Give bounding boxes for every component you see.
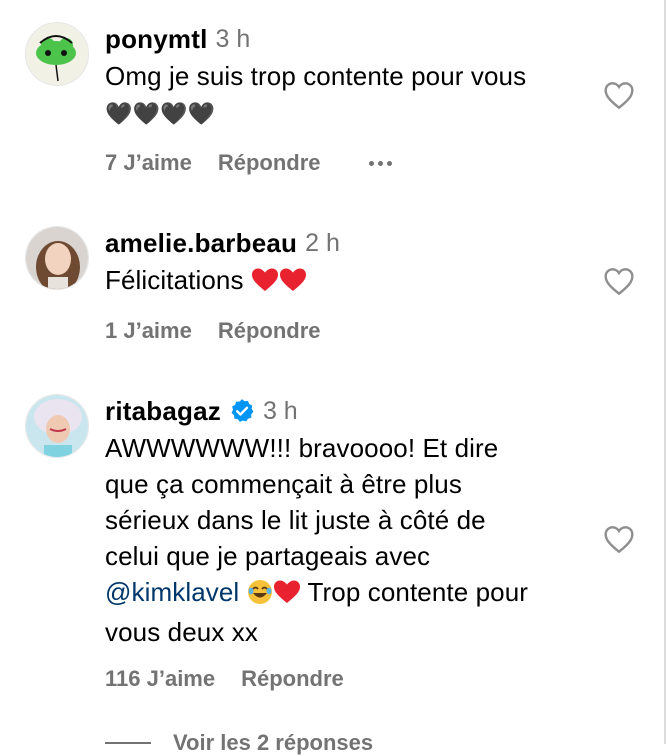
avatar-ritabagaz[interactable]	[25, 394, 89, 458]
like-count[interactable]: 7 J’aime	[105, 150, 192, 176]
red-hearts-emoji	[251, 266, 307, 302]
laughing-emoji	[247, 578, 273, 614]
username[interactable]: amelie.barbeau	[105, 228, 297, 259]
comment-actions: 7 J’aime Répondre	[105, 150, 392, 176]
black-hearts-emoji: 🖤🖤🖤🖤	[105, 102, 215, 127]
mention-link[interactable]: @kimklavel	[105, 577, 239, 607]
avatar-amelie[interactable]	[25, 226, 89, 290]
timestamp[interactable]: 3 h	[263, 397, 298, 426]
reply-button[interactable]: Répondre	[218, 150, 321, 176]
like-heart-icon[interactable]	[603, 266, 635, 296]
red-heart-emoji	[273, 578, 301, 614]
comment-text: Omg je suis trop contente pour vous 🖤🖤🖤🖤	[105, 61, 527, 127]
comment-text: AWWWWWW!!! bravoooo! Et dire que ça comm…	[105, 433, 529, 647]
like-heart-icon[interactable]	[603, 524, 635, 554]
comment-text: Félicitations	[105, 262, 595, 302]
like-count[interactable]: 116 J’aime	[105, 666, 215, 692]
view-replies-button[interactable]: Voir les 2 réponses	[105, 730, 373, 756]
reply-button[interactable]: Répondre	[218, 318, 321, 344]
username[interactable]: ponymtl	[105, 24, 208, 55]
avatar-ponymtl[interactable]	[25, 22, 89, 86]
view-replies-label: Voir les 2 réponses	[173, 730, 374, 755]
like-heart-icon[interactable]	[603, 80, 635, 110]
comment-actions: 116 J’aime Répondre	[105, 666, 344, 692]
username[interactable]: ritabagaz	[105, 396, 221, 427]
timestamp[interactable]: 2 h	[305, 229, 340, 258]
more-options-icon[interactable]	[368, 160, 392, 166]
like-count[interactable]: 1 J’aime	[105, 318, 192, 344]
reply-button[interactable]: Répondre	[241, 666, 344, 692]
timestamp[interactable]: 3 h	[216, 25, 251, 54]
comment-actions: 1 J’aime Répondre	[105, 318, 321, 344]
verified-badge-icon	[229, 398, 255, 424]
